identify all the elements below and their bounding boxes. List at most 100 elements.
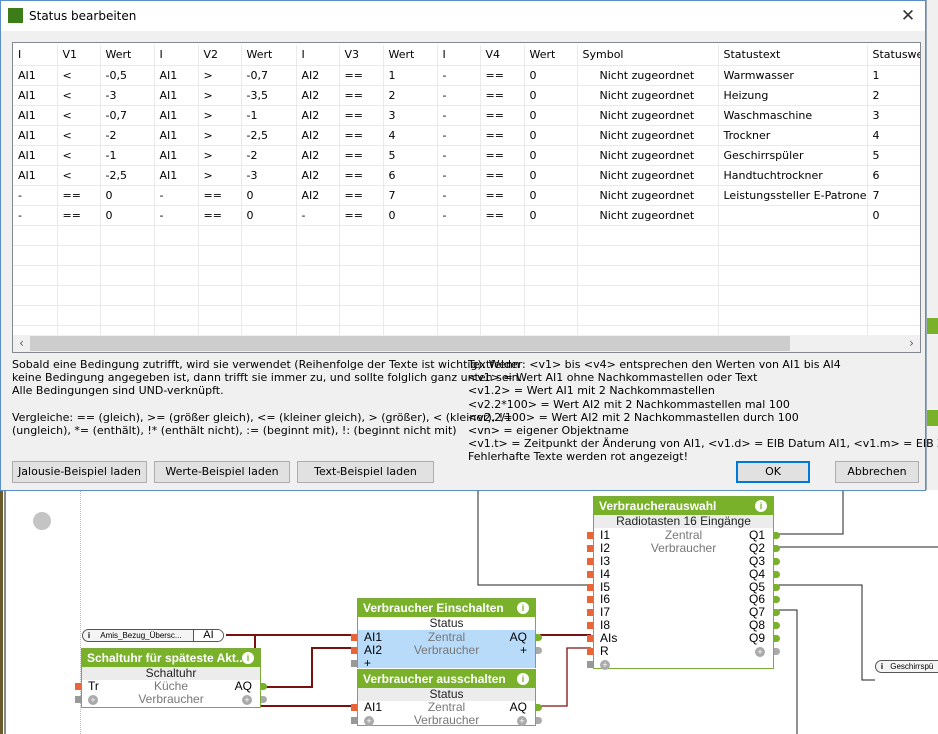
input-port[interactable]: I3 (600, 554, 610, 568)
table-cell[interactable]: == (339, 85, 384, 106)
table-row[interactable]: AI1 < -1 AI1 > -2 AI2 == 5- == 0 Nicht zugeordnet Ge… (13, 145, 920, 166)
table-cell[interactable]: 5 (867, 145, 920, 166)
table-cell[interactable]: -2 (100, 125, 155, 146)
table-cell[interactable] (718, 305, 868, 326)
table-cell[interactable] (154, 305, 199, 326)
table-cell[interactable] (437, 245, 481, 266)
table-cell[interactable]: 0 (100, 185, 155, 206)
table-cell[interactable]: AI2 (296, 185, 340, 206)
table-cell[interactable] (100, 285, 155, 306)
table-cell[interactable] (339, 285, 384, 306)
table-cell[interactable] (13, 305, 58, 326)
table-cell[interactable] (867, 245, 920, 266)
table-cell[interactable] (296, 245, 340, 266)
table-cell[interactable] (339, 265, 384, 286)
table-cell[interactable] (241, 305, 297, 326)
table-cell[interactable]: == (480, 125, 525, 146)
cancel-button[interactable]: Abbrechen (835, 461, 919, 483)
table-cell[interactable] (867, 225, 920, 246)
output-aq[interactable]: AQ (510, 701, 527, 714)
add-output-icon[interactable]: + (755, 647, 765, 658)
table-cell[interactable]: Heizung (718, 85, 868, 106)
table-cell[interactable]: 5 (383, 145, 438, 166)
table-cell[interactable]: > (198, 85, 242, 106)
table-cell[interactable]: 0 (383, 205, 438, 226)
table-row[interactable]: AI1 < -3 AI1 > -3,5 AI2 == 2- == 0 Nicht zugeordnet… (13, 85, 920, 106)
table-cell[interactable]: < (57, 105, 101, 126)
add-input-icon[interactable]: + (364, 656, 371, 670)
table-cell[interactable]: 4 (867, 125, 920, 146)
table-cell[interactable]: - (437, 145, 481, 166)
table-cell[interactable]: 0 (524, 165, 578, 186)
table-cell[interactable]: - (437, 165, 481, 186)
table-row[interactable] (13, 285, 920, 306)
table-cell[interactable] (13, 245, 58, 266)
table-cell[interactable]: 0 (524, 85, 578, 106)
table-cell[interactable] (100, 305, 155, 326)
table-cell[interactable] (154, 245, 199, 266)
table-cell[interactable]: 0 (100, 205, 155, 226)
table-cell[interactable] (524, 285, 578, 306)
table-cell[interactable]: == (480, 145, 525, 166)
table-cell[interactable]: - (154, 205, 199, 226)
table-cell[interactable]: 0 (524, 185, 578, 206)
table-cell[interactable] (437, 285, 481, 306)
table-cell[interactable]: AI1 (154, 165, 199, 186)
table-cell[interactable] (383, 245, 438, 266)
table-cell[interactable] (57, 245, 101, 266)
table-cell[interactable]: < (57, 65, 101, 86)
table-cell[interactable]: == (339, 165, 384, 186)
table-cell[interactable]: == (480, 85, 525, 106)
table-cell[interactable]: 0 (241, 185, 297, 206)
table-cell[interactable]: AI1 (13, 145, 58, 166)
table-cell[interactable]: AI1 (154, 145, 199, 166)
output-aq[interactable]: AQ (235, 680, 252, 693)
table-cell[interactable] (524, 305, 578, 326)
output-port[interactable]: Q2 (749, 541, 765, 555)
table-cell[interactable]: 0 (524, 105, 578, 126)
table-cell[interactable]: -2 (241, 145, 297, 166)
table-cell[interactable] (480, 305, 525, 326)
table-cell[interactable]: Handtuchtrockner (718, 165, 868, 186)
table-row[interactable] (13, 305, 920, 326)
table-cell[interactable]: Waschmaschine (718, 105, 868, 126)
table-row[interactable]: - == 0- == 0- == 0- == 0 Nicht zugeordnet 0 (13, 205, 920, 226)
table-cell[interactable]: AI2 (296, 65, 340, 86)
table-cell[interactable]: == (198, 185, 242, 206)
table-cell[interactable] (524, 245, 578, 266)
table-cell[interactable]: > (198, 165, 242, 186)
table-cell[interactable]: 6 (383, 165, 438, 186)
table-cell[interactable] (524, 225, 578, 246)
table-cell[interactable]: -3 (241, 165, 297, 186)
close-icon[interactable]: ✕ (897, 5, 919, 27)
table-cell[interactable] (383, 265, 438, 286)
table-cell[interactable] (577, 225, 719, 246)
input-port[interactable]: I4 (600, 567, 610, 581)
table-cell[interactable] (296, 285, 340, 306)
table-cell[interactable]: 7 (867, 185, 920, 206)
table-cell[interactable]: 1 (867, 65, 920, 86)
table-cell[interactable] (339, 225, 384, 246)
table-cell[interactable]: 1 (383, 65, 438, 86)
table-cell[interactable] (383, 225, 438, 246)
table-cell[interactable]: -1 (241, 105, 297, 126)
table-cell[interactable] (383, 305, 438, 326)
table-cell[interactable]: == (339, 125, 384, 146)
table-cell[interactable]: - (437, 125, 481, 146)
table-cell[interactable]: Nicht zugeordnet (577, 125, 719, 146)
table-cell[interactable]: -2,5 (100, 165, 155, 186)
table-cell[interactable]: -0,7 (241, 65, 297, 86)
block-verbraucher-ausschalten[interactable]: Verbraucher ausschalten i Status AI1 Zentr… (351, 669, 542, 726)
table-cell[interactable]: Nicht zugeordnet (577, 165, 719, 186)
table-cell[interactable] (383, 285, 438, 306)
output-port[interactable]: Q9 (749, 632, 765, 645)
table-cell[interactable]: AI1 (13, 105, 58, 126)
table-cell[interactable]: - (154, 185, 199, 206)
table-cell[interactable] (57, 285, 101, 306)
add-output-icon[interactable]: + (517, 715, 527, 726)
table-cell[interactable]: -0,7 (100, 105, 155, 126)
table-cell[interactable]: < (57, 165, 101, 186)
table-cell[interactable]: AI1 (154, 85, 199, 106)
table-cell[interactable] (480, 225, 525, 246)
table-cell[interactable]: < (57, 125, 101, 146)
